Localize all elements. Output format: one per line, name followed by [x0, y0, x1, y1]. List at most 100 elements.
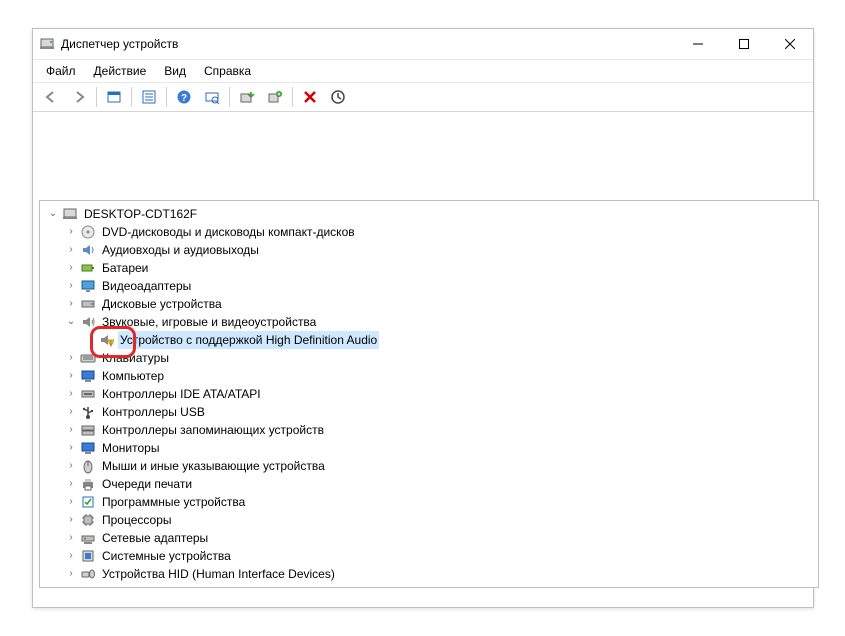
expand-arrow-icon[interactable]: › — [64, 547, 78, 565]
battery-icon — [80, 260, 96, 276]
expand-arrow-icon[interactable]: › — [64, 241, 78, 259]
usb-icon — [80, 404, 96, 420]
tree-node-label[interactable]: Программные устройства — [100, 493, 247, 511]
tree-node[interactable]: ⌄ Звуковые, игровые и видеоустройства — [40, 313, 818, 331]
tree-node-label[interactable]: Очереди печати — [100, 475, 194, 493]
tree-node-label[interactable]: Контроллеры запоминающих устройств — [100, 421, 326, 439]
toolbar-separator — [166, 87, 167, 107]
tree-node[interactable]: › Мониторы — [40, 439, 818, 457]
tree-node-label[interactable]: Контроллеры IDE ATA/ATAPI — [100, 385, 263, 403]
mouse-icon — [80, 458, 96, 474]
menu-help[interactable]: Справка — [195, 62, 260, 80]
expand-arrow-icon[interactable]: › — [64, 529, 78, 547]
menubar: Файл Действие Вид Справка — [33, 60, 813, 83]
tree-node-label[interactable]: Батареи — [100, 259, 150, 277]
scan-hardware-button[interactable] — [199, 84, 225, 110]
sound-warn-icon: ! — [98, 332, 114, 348]
tree-node[interactable]: ⌄ DESKTOP-CDT162F — [40, 205, 818, 223]
tree-node[interactable]: › Сетевые адаптеры — [40, 529, 818, 547]
menu-view[interactable]: Вид — [155, 62, 195, 80]
tree-node[interactable]: › Контроллеры USB — [40, 403, 818, 421]
tree-node-label[interactable]: DVD-дисководы и дисководы компакт-дисков — [100, 223, 357, 241]
tree-node-label[interactable]: Устройства HID (Human Interface Devices) — [100, 565, 337, 583]
window-title: Диспетчер устройств — [61, 37, 178, 51]
minimize-button[interactable] — [675, 29, 721, 59]
collapse-arrow-icon[interactable]: ⌄ — [64, 313, 78, 331]
tree-node[interactable]: › Компьютер — [40, 367, 818, 385]
expand-arrow-icon[interactable]: › — [64, 475, 78, 493]
expand-arrow-icon[interactable]: › — [64, 457, 78, 475]
software-icon — [80, 494, 96, 510]
tree-node[interactable]: › DVD-дисководы и дисководы компакт-диско… — [40, 223, 818, 241]
expand-arrow-icon[interactable]: › — [64, 259, 78, 277]
expand-arrow-icon[interactable]: › — [64, 277, 78, 295]
tree-node-label[interactable]: Компьютер — [100, 367, 166, 385]
enable-button[interactable] — [325, 84, 351, 110]
menu-action[interactable]: Действие — [85, 62, 156, 80]
disable-button[interactable] — [297, 84, 323, 110]
tree-node[interactable]: › Контроллеры запоминающих устройств — [40, 421, 818, 439]
back-button[interactable] — [38, 84, 64, 110]
tree-node-label[interactable]: Устройство с поддержкой High Definition … — [118, 331, 379, 349]
tree-node-label[interactable]: Звуковые, игровые и видеоустройства — [100, 313, 318, 331]
network-icon — [80, 530, 96, 546]
show-hidden-button[interactable] — [101, 84, 127, 110]
forward-button[interactable] — [66, 84, 92, 110]
tree-node[interactable]: › Программные устройства — [40, 493, 818, 511]
expand-arrow-icon[interactable]: › — [64, 349, 78, 367]
tree-node-label[interactable]: Дисковые устройства — [100, 295, 224, 313]
app-icon — [39, 36, 55, 52]
tree-node[interactable]: › Устройства HID (Human Interface Devices… — [40, 565, 818, 583]
device-manager-window: Диспетчер устройств Файл Действие Вид Сп… — [32, 28, 814, 608]
expand-arrow-icon[interactable]: › — [64, 223, 78, 241]
close-button[interactable] — [767, 29, 813, 59]
tree-node[interactable]: › Дисковые устройства — [40, 295, 818, 313]
expand-arrow-icon[interactable]: › — [64, 511, 78, 529]
sound-icon — [80, 314, 96, 330]
expand-arrow-icon[interactable]: › — [64, 421, 78, 439]
expand-arrow-icon[interactable]: › — [64, 403, 78, 421]
tree-node[interactable]: › Контроллеры IDE ATA/ATAPI — [40, 385, 818, 403]
tree-node[interactable]: › Аудиовходы и аудиовыходы — [40, 241, 818, 259]
tree-node[interactable]: › Клавиатуры — [40, 349, 818, 367]
maximize-button[interactable] — [721, 29, 767, 59]
tree-node[interactable]: › Процессоры — [40, 511, 818, 529]
menu-file[interactable]: Файл — [37, 62, 85, 80]
expand-arrow-icon[interactable]: › — [64, 439, 78, 457]
tree-node-label[interactable]: Сетевые адаптеры — [100, 529, 210, 547]
tree-node[interactable]: › Батареи — [40, 259, 818, 277]
tree-node-label[interactable]: Мониторы — [100, 439, 161, 457]
tree-node-label[interactable]: Аудиовходы и аудиовыходы — [100, 241, 261, 259]
properties-button[interactable] — [136, 84, 162, 110]
disc-icon — [80, 224, 96, 240]
tree-node-label[interactable]: Процессоры — [100, 511, 174, 529]
toolbar-separator — [229, 87, 230, 107]
tree-node[interactable]: › Очереди печати — [40, 475, 818, 493]
tree-node[interactable]: › Мыши и иные указывающие устройства — [40, 457, 818, 475]
tree-node-label[interactable]: Контроллеры USB — [100, 403, 207, 421]
tree-node[interactable]: › Видеоадаптеры — [40, 277, 818, 295]
tree-node-label[interactable]: Мыши и иные указывающие устройства — [100, 457, 327, 475]
help-button[interactable]: ? — [171, 84, 197, 110]
audio-icon — [80, 242, 96, 258]
expand-arrow-icon[interactable]: › — [64, 493, 78, 511]
expand-arrow-icon[interactable]: › — [64, 295, 78, 313]
uninstall-button[interactable] — [262, 84, 288, 110]
storage-icon — [80, 422, 96, 438]
expand-arrow-icon[interactable]: › — [64, 565, 78, 583]
expand-arrow-icon[interactable]: › — [64, 385, 78, 403]
cpu-icon — [80, 512, 96, 528]
tree-node-label[interactable]: Видеоадаптеры — [100, 277, 193, 295]
computer-icon — [62, 206, 78, 222]
display-icon — [80, 278, 96, 294]
tree-node-label[interactable]: Системные устройства — [100, 547, 233, 565]
tree-node-label[interactable]: Клавиатуры — [100, 349, 171, 367]
tree-node-label[interactable]: DESKTOP-CDT162F — [82, 205, 199, 223]
update-driver-button[interactable] — [234, 84, 260, 110]
expand-arrow-icon[interactable]: › — [64, 367, 78, 385]
keyboard-icon — [80, 350, 96, 366]
collapse-arrow-icon[interactable]: ⌄ — [46, 205, 60, 223]
tree-node[interactable]: › Системные устройства — [40, 547, 818, 565]
tree-node[interactable]: ›!Устройство с поддержкой High Definitio… — [40, 331, 818, 349]
device-tree[interactable]: ⌄DESKTOP-CDT162F›DVD-дисководы и дисково… — [39, 200, 819, 588]
